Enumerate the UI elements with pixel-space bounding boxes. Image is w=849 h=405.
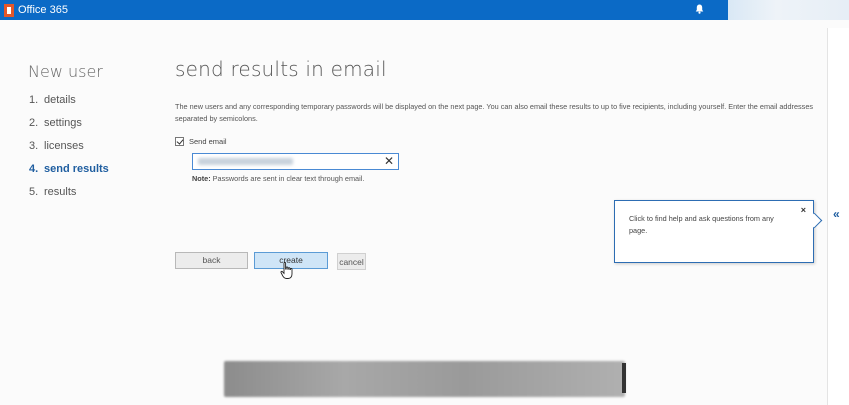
office-brand[interactable]: Office 365 bbox=[4, 3, 68, 17]
step-number: 4. bbox=[29, 163, 39, 175]
cancel-button[interactable]: cancel bbox=[337, 253, 366, 270]
step-label: send results bbox=[44, 163, 109, 175]
close-icon[interactable]: × bbox=[801, 205, 806, 215]
send-email-checkbox[interactable] bbox=[175, 137, 184, 146]
step-number: 1. bbox=[29, 94, 39, 106]
help-tooltip-text: Click to find help and ask questions fro… bbox=[629, 214, 774, 235]
clear-input-icon[interactable]: ✕ bbox=[384, 154, 394, 169]
wizard-step-results[interactable]: 5. results bbox=[29, 185, 109, 208]
note-text: Passwords are sent in clear text through… bbox=[210, 174, 365, 183]
brand-text: Office 365 bbox=[18, 4, 68, 16]
blurred-email-value bbox=[198, 158, 293, 165]
wizard-step-settings[interactable]: 2. settings bbox=[29, 116, 109, 139]
page-title: send results in email bbox=[175, 57, 387, 81]
password-note: Note: Passwords are sent in clear text t… bbox=[192, 174, 364, 183]
office-logo-icon bbox=[4, 3, 14, 17]
wizard-steps: 1. details 2. settings 3. licenses 4. send r… bbox=[29, 93, 109, 208]
step-number: 5. bbox=[29, 186, 39, 198]
blurred-overlay bbox=[224, 361, 625, 397]
step-label: results bbox=[44, 186, 77, 198]
step-label: details bbox=[44, 94, 76, 106]
send-email-label[interactable]: Send email bbox=[189, 137, 227, 146]
wizard-title: New user bbox=[28, 62, 103, 81]
step-number: 2. bbox=[29, 117, 39, 129]
back-button[interactable]: back bbox=[175, 252, 248, 269]
send-email-row: Send email bbox=[175, 137, 227, 146]
wizard-step-details[interactable]: 1. details bbox=[29, 93, 109, 116]
description-text: The new users and any corresponding temp… bbox=[175, 102, 814, 123]
overlay-edge bbox=[622, 363, 626, 393]
help-tooltip: Click to find help and ask questions fro… bbox=[614, 200, 814, 263]
top-bar: Office 365 bbox=[0, 0, 849, 20]
note-label: Note: bbox=[192, 174, 211, 183]
wizard-step-licenses[interactable]: 3. licenses bbox=[29, 139, 109, 162]
expand-panel-chevron-icon[interactable]: « bbox=[833, 207, 840, 221]
step-label: settings bbox=[44, 117, 82, 129]
step-label: licenses bbox=[44, 140, 84, 152]
blurred-user-area bbox=[728, 0, 849, 20]
hand-cursor-icon bbox=[280, 262, 293, 279]
step-number: 3. bbox=[29, 140, 39, 152]
bell-icon[interactable] bbox=[695, 4, 704, 14]
email-recipients-input[interactable]: ✕ bbox=[192, 153, 399, 170]
wizard-step-send-results[interactable]: 4. send results bbox=[29, 162, 109, 185]
